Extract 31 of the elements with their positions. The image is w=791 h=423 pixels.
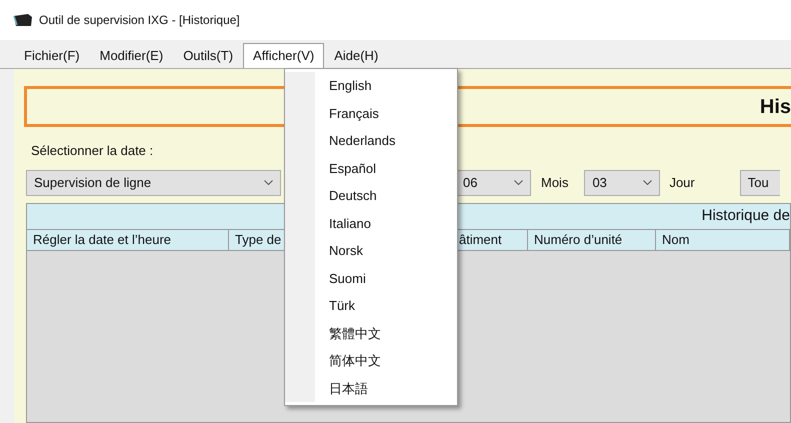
- dropdown-field[interactable]: Tou: [740, 170, 780, 196]
- window-title: Outil de supervision IXG - [Historique]: [39, 12, 240, 29]
- date-label: Sélectionner la date :: [31, 142, 154, 160]
- menu-item[interactable]: Afficher(V): [243, 43, 324, 68]
- menu-option[interactable]: English: [315, 72, 396, 100]
- menu-option[interactable]: 繁體中文: [315, 320, 396, 347]
- chevron-down-icon: [514, 180, 523, 185]
- menu-option[interactable]: Français: [315, 100, 396, 127]
- menu-item[interactable]: Aide(H): [324, 43, 388, 68]
- column-header[interactable]: Numéro d’unité: [528, 230, 656, 250]
- chevron-down-icon: [264, 180, 273, 185]
- column-header[interactable]: Nom: [656, 230, 790, 250]
- menu-option[interactable]: Español: [315, 154, 396, 182]
- menu-option[interactable]: 简体中文: [315, 347, 396, 374]
- menu-option[interactable]: Türk: [315, 292, 396, 320]
- menu-item[interactable]: Outils(T): [173, 43, 244, 68]
- field-label: Jour: [669, 174, 695, 192]
- menu-option[interactable]: 日本語: [315, 374, 396, 402]
- menu-item[interactable]: Fichier(F): [14, 43, 90, 68]
- dropdown-field[interactable]: 06: [455, 170, 531, 196]
- field-label: Mois: [541, 174, 568, 192]
- chevron-down-icon: [643, 180, 652, 185]
- menu-option[interactable]: Norsk: [315, 237, 396, 264]
- app-icon: [13, 13, 33, 27]
- menu-option[interactable]: Nederlands: [315, 127, 396, 154]
- menu-item[interactable]: Modifier(E): [90, 43, 174, 68]
- column-header[interactable]: Régler la date et l’heure: [27, 230, 229, 250]
- dropdown-field[interactable]: 03: [584, 170, 660, 196]
- page-title: His: [760, 94, 791, 120]
- dropdown-field[interactable]: Supervision de ligne: [26, 170, 281, 196]
- menu-option[interactable]: Suomi: [315, 264, 396, 292]
